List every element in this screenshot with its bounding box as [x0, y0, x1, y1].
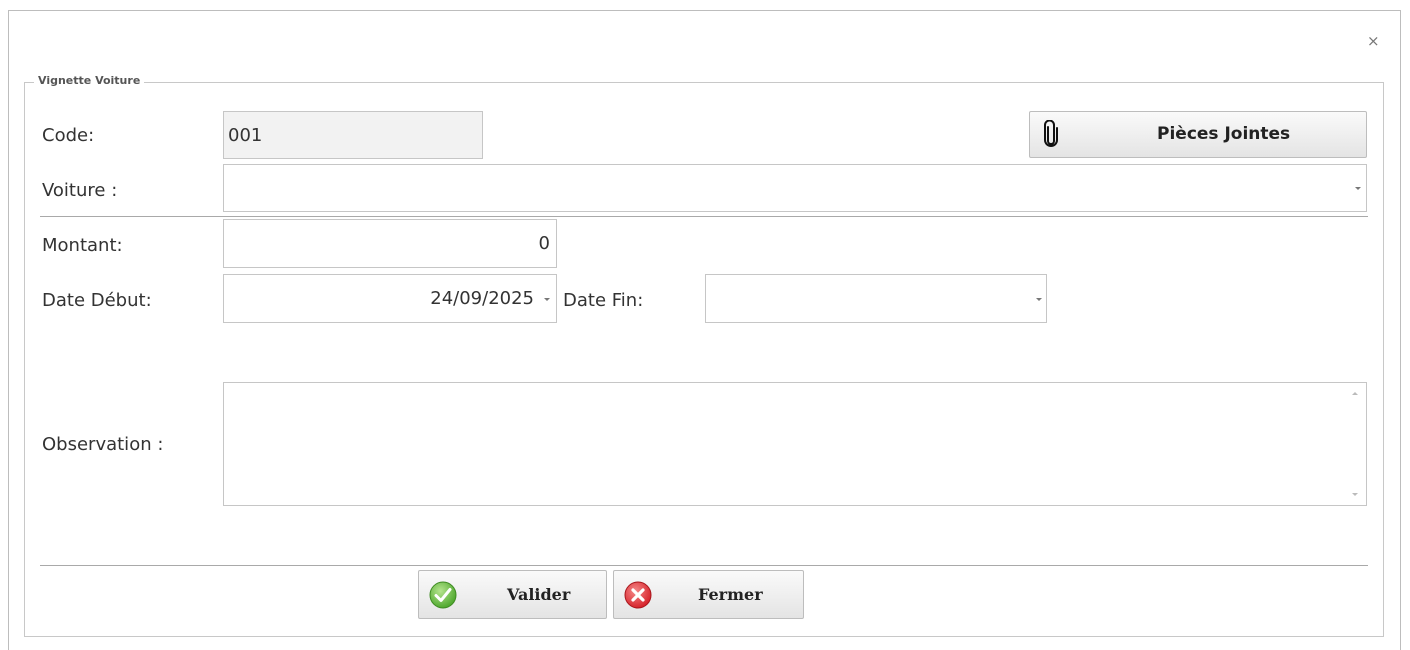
code-value: 001 — [228, 125, 263, 146]
voiture-select[interactable] — [223, 164, 1367, 212]
chevron-down-icon[interactable] — [1355, 187, 1361, 190]
observation-label: Observation : — [42, 434, 164, 455]
separator-top — [40, 216, 1368, 217]
scroll-down-icon[interactable] — [1352, 493, 1358, 496]
fermer-button[interactable]: Fermer — [613, 570, 804, 619]
chevron-down-icon[interactable] — [1036, 298, 1042, 301]
pieces-jointes-button[interactable]: Pièces Jointes — [1029, 111, 1367, 158]
checkmark-icon — [429, 581, 457, 609]
valider-button[interactable]: Valider — [418, 570, 607, 619]
montant-field[interactable]: 0 — [223, 219, 557, 268]
close-icon[interactable]: × — [1367, 33, 1380, 49]
fermer-label: Fermer — [698, 585, 763, 604]
scroll-up-icon[interactable] — [1352, 392, 1358, 395]
date-debut-label: Date Début: — [42, 290, 152, 311]
observation-textarea[interactable] — [223, 382, 1367, 506]
separator-bottom — [40, 565, 1368, 566]
voiture-label: Voiture : — [42, 180, 118, 201]
group-title: Vignette Voiture — [34, 74, 145, 88]
montant-value: 0 — [538, 233, 550, 254]
valider-label: Valider — [507, 585, 571, 604]
date-fin-label: Date Fin: — [563, 290, 644, 311]
date-debut-picker[interactable]: 24/09/2025 — [223, 274, 557, 323]
code-label: Code: — [42, 125, 95, 146]
date-debut-value: 24/09/2025 — [430, 288, 534, 309]
montant-label: Montant: — [42, 235, 123, 256]
chevron-down-icon[interactable] — [544, 298, 550, 301]
code-field[interactable]: 001 — [223, 111, 483, 159]
pieces-jointes-label: Pièces Jointes — [1157, 124, 1291, 144]
close-circle-icon — [624, 581, 652, 609]
paperclip-icon — [1044, 120, 1058, 147]
date-fin-picker[interactable] — [705, 274, 1047, 323]
